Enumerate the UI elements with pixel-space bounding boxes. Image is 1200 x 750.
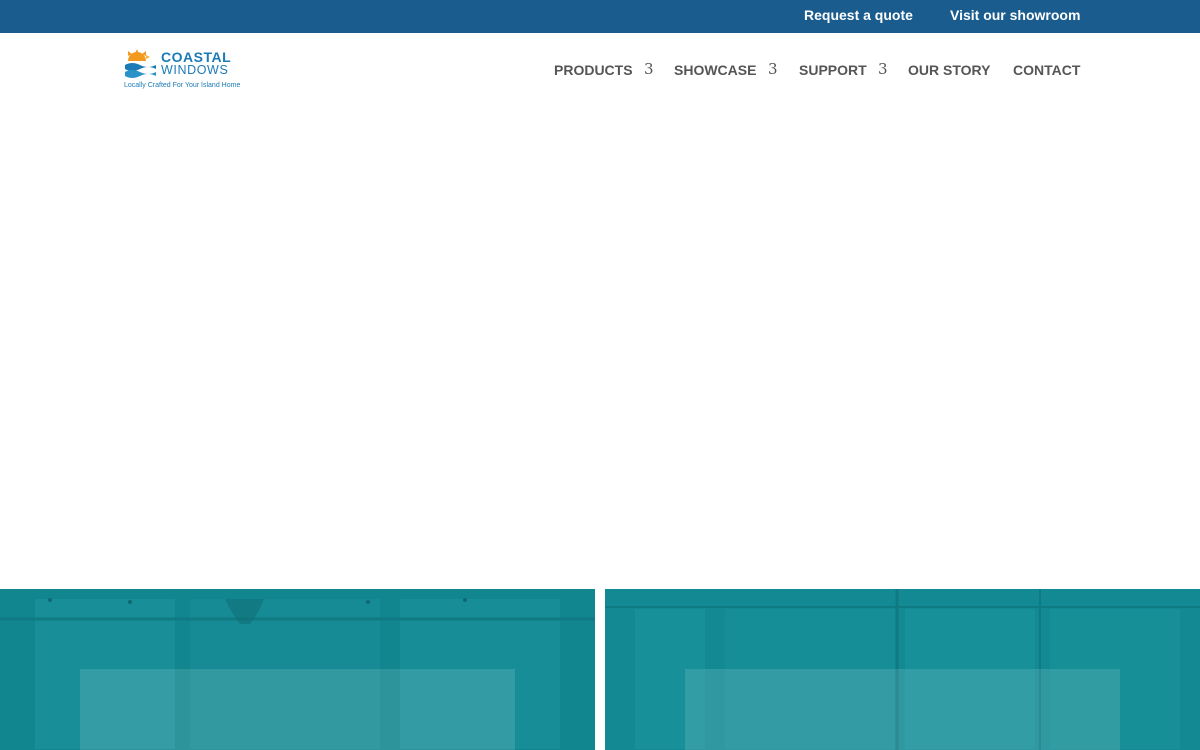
chevron-down-icon: 3: [768, 60, 778, 78]
main-nav: PRODUCTS 3 SHOWCASE 3 SUPPORT 3 OUR STOR…: [0, 61, 1200, 82]
nav-item-label: OUR STORY: [908, 62, 991, 78]
tile-caption-box: [80, 669, 515, 750]
tile-caption-box: [685, 669, 1120, 750]
top-bar: Request a quote Visit our showroom: [0, 0, 1200, 33]
chevron-down-icon: 3: [878, 60, 888, 78]
request-quote-link[interactable]: Request a quote: [804, 7, 913, 23]
site-header: COASTAL WINDOWS Locally Crafted For Your…: [0, 33, 1200, 110]
nav-item-label: PRODUCTS: [554, 62, 633, 78]
nav-item-our-story[interactable]: OUR STORY: [908, 62, 990, 82]
nav-item-contact[interactable]: CONTACT: [1013, 62, 1080, 82]
nav-item-label: SHOWCASE: [674, 62, 757, 78]
product-tile-left[interactable]: [0, 589, 595, 750]
chevron-down-icon: 3: [644, 60, 654, 78]
nav-item-support[interactable]: SUPPORT 3: [799, 61, 888, 82]
nav-item-label: CONTACT: [1013, 62, 1081, 78]
nav-item-products[interactable]: PRODUCTS 3: [554, 61, 654, 82]
logo-tagline: Locally Crafted For Your Island Home: [124, 82, 241, 89]
nav-item-label: SUPPORT: [799, 62, 867, 78]
nav-item-showcase[interactable]: SHOWCASE 3: [674, 61, 778, 82]
hero-area: [0, 110, 1200, 589]
visit-showroom-link[interactable]: Visit our showroom: [950, 7, 1080, 23]
product-tile-right[interactable]: [605, 589, 1200, 750]
